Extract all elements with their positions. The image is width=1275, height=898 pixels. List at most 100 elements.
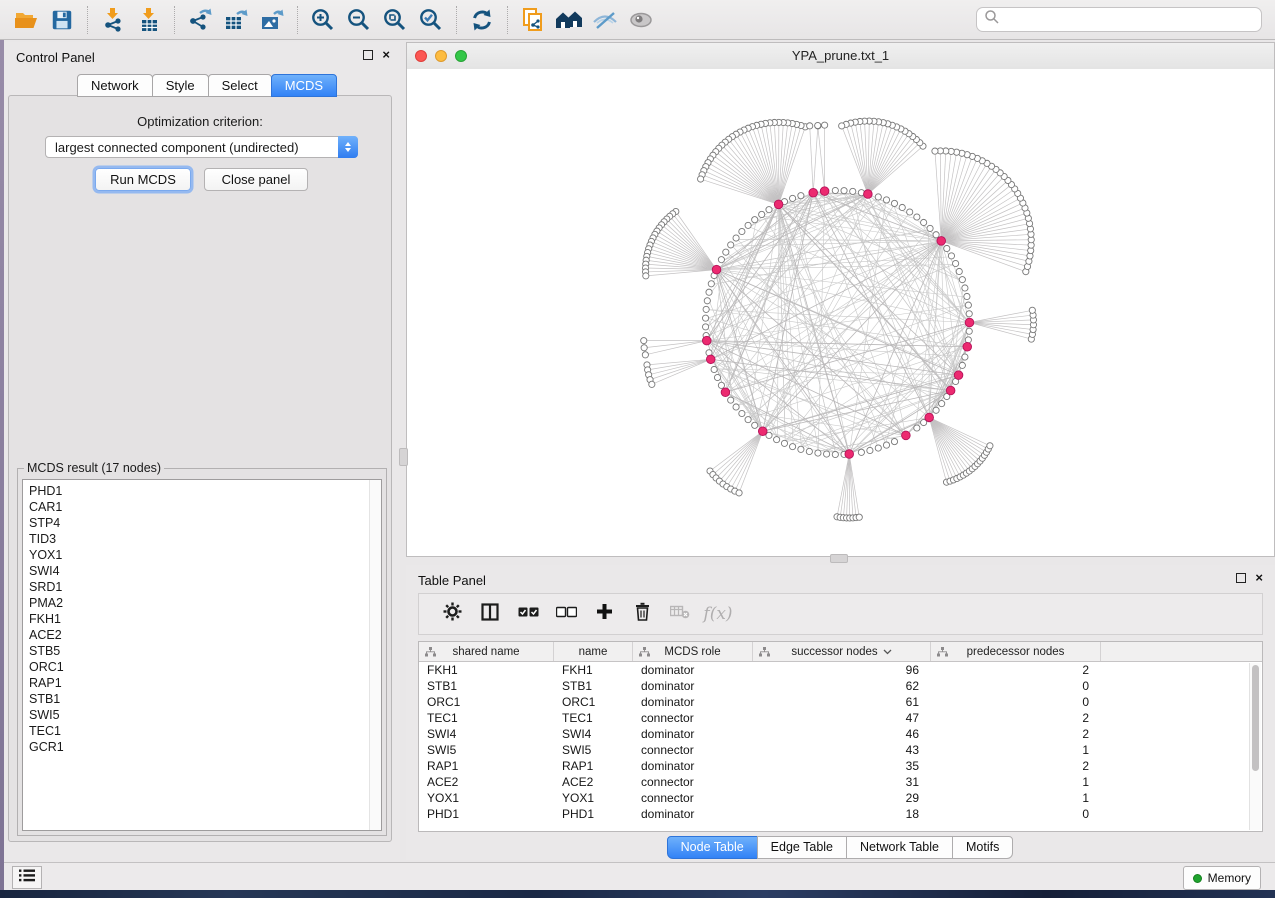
table-cell[interactable]: 18 — [753, 807, 931, 821]
delete-column-button[interactable] — [623, 597, 661, 631]
table-cell[interactable]: ACE2 — [419, 775, 554, 789]
table-row[interactable]: TEC1TEC1connector472 — [419, 710, 1262, 726]
mcds-result-item[interactable]: TEC1 — [29, 723, 381, 739]
table-cell[interactable]: dominator — [633, 663, 753, 677]
table-cell[interactable]: 31 — [753, 775, 931, 789]
open-file-button[interactable] — [8, 4, 44, 36]
mcds-result-item[interactable]: STP4 — [29, 515, 381, 531]
mcds-result-item[interactable]: SRD1 — [29, 579, 381, 595]
table-options-button[interactable] — [433, 597, 471, 631]
table-cell[interactable]: 47 — [753, 711, 931, 725]
mcds-result-item[interactable]: YOX1 — [29, 547, 381, 563]
table-cell[interactable]: 0 — [931, 807, 1101, 821]
table-cell[interactable]: dominator — [633, 679, 753, 693]
refresh-view-button[interactable] — [464, 4, 500, 36]
tab-select[interactable]: Select — [208, 74, 272, 97]
tab-network[interactable]: Network — [77, 74, 153, 97]
table-cell[interactable]: 61 — [753, 695, 931, 709]
table-row[interactable]: YOX1YOX1connector291 — [419, 790, 1262, 806]
table-cell[interactable]: STB1 — [554, 679, 633, 693]
table-cell[interactable]: 1 — [931, 791, 1101, 805]
search-input[interactable] — [1000, 11, 1261, 28]
export-table-button[interactable] — [218, 4, 254, 36]
search-field[interactable] — [976, 7, 1262, 32]
table-scrollbar-thumb[interactable] — [1252, 665, 1259, 771]
close-panel-icon[interactable]: × — [382, 50, 390, 60]
column-header-predecessor-nodes[interactable]: predecessor nodes — [931, 642, 1101, 661]
table-cell[interactable]: SWI4 — [419, 727, 554, 741]
vertical-splitter-grip[interactable] — [399, 448, 408, 466]
table-row[interactable]: ACE2ACE2connector311 — [419, 774, 1262, 790]
optimization-select[interactable]: largest connected component (undirected) — [45, 136, 358, 158]
table-cell[interactable]: 0 — [931, 679, 1101, 693]
table-cell[interactable]: dominator — [633, 759, 753, 773]
first-neighbors-button[interactable] — [551, 4, 587, 36]
table-cell[interactable]: 43 — [753, 743, 931, 757]
table-row[interactable]: RAP1RAP1dominator352 — [419, 758, 1262, 774]
column-header-shared-name[interactable]: shared name — [419, 642, 554, 661]
table-row[interactable]: PHD1PHD1dominator180 — [419, 806, 1262, 822]
mcds-result-item[interactable]: SWI5 — [29, 707, 381, 723]
table-cell[interactable]: RAP1 — [554, 759, 633, 773]
table-cell[interactable]: PHD1 — [554, 807, 633, 821]
table-cell[interactable]: YOX1 — [554, 791, 633, 805]
table-cell[interactable]: FKH1 — [419, 663, 554, 677]
horizontal-splitter-grip[interactable] — [830, 554, 848, 563]
close-panel-icon[interactable]: × — [1255, 573, 1263, 583]
zoom-in-button[interactable] — [305, 4, 341, 36]
memory-button[interactable]: Memory — [1183, 866, 1261, 890]
mcds-result-item[interactable]: RAP1 — [29, 675, 381, 691]
tab-node-table[interactable]: Node Table — [667, 836, 758, 859]
table-cell[interactable]: SWI5 — [419, 743, 554, 757]
table-cell[interactable]: 29 — [753, 791, 931, 805]
table-cell[interactable]: connector — [633, 711, 753, 725]
table-cell[interactable]: 2 — [931, 759, 1101, 773]
table-cell[interactable]: TEC1 — [419, 711, 554, 725]
table-cell[interactable]: SWI5 — [554, 743, 633, 757]
function-builder-button-disabled[interactable]: f(x) — [699, 597, 737, 631]
table-cell[interactable]: ORC1 — [554, 695, 633, 709]
mcds-result-item[interactable]: TID3 — [29, 531, 381, 547]
table-cell[interactable]: 2 — [931, 727, 1101, 741]
column-visibility-button[interactable] — [471, 597, 509, 631]
table-row[interactable]: FKH1FKH1dominator962 — [419, 662, 1262, 678]
table-cell[interactable]: SWI4 — [554, 727, 633, 741]
mcds-result-item[interactable]: PMA2 — [29, 595, 381, 611]
column-header-name[interactable]: name — [554, 642, 633, 661]
table-row[interactable]: STB1STB1dominator620 — [419, 678, 1262, 694]
table-cell[interactable]: ACE2 — [554, 775, 633, 789]
table-cell[interactable]: 0 — [931, 695, 1101, 709]
table-row[interactable]: ORC1ORC1dominator610 — [419, 694, 1262, 710]
tab-motifs[interactable]: Motifs — [952, 836, 1013, 859]
tab-network-table[interactable]: Network Table — [846, 836, 953, 859]
table-cell[interactable]: YOX1 — [419, 791, 554, 805]
column-header-MCDS-role[interactable]: MCDS role — [633, 642, 753, 661]
mcds-result-item[interactable]: SWI4 — [29, 563, 381, 579]
network-window-titlebar[interactable]: YPA_prune.txt_1 — [407, 43, 1274, 70]
mcds-result-item[interactable]: CAR1 — [29, 499, 381, 515]
import-table-button[interactable] — [131, 4, 167, 36]
table-cell[interactable]: dominator — [633, 695, 753, 709]
export-network-button[interactable] — [182, 4, 218, 36]
table-row[interactable]: SWI5SWI5connector431 — [419, 742, 1262, 758]
table-cell[interactable]: 35 — [753, 759, 931, 773]
hide-selected-button[interactable] — [587, 4, 623, 36]
table-cell[interactable]: 2 — [931, 711, 1101, 725]
table-cell[interactable]: connector — [633, 775, 753, 789]
mcds-result-item[interactable]: PHD1 — [29, 483, 381, 499]
zoom-fit-button[interactable] — [377, 4, 413, 36]
show-all-button[interactable] — [623, 4, 659, 36]
table-cell[interactable]: dominator — [633, 727, 753, 741]
table-cell[interactable]: 2 — [931, 663, 1101, 677]
table-cell[interactable]: RAP1 — [419, 759, 554, 773]
clone-network-button[interactable] — [515, 4, 551, 36]
table-cell[interactable]: 46 — [753, 727, 931, 741]
zoom-selected-button[interactable] — [413, 4, 449, 36]
table-cell[interactable]: PHD1 — [419, 807, 554, 821]
tab-style[interactable]: Style — [152, 74, 209, 97]
mcds-result-item[interactable]: GCR1 — [29, 739, 381, 755]
table-cell[interactable]: ORC1 — [419, 695, 554, 709]
panels-menu-button[interactable] — [12, 866, 42, 889]
float-panel-icon[interactable] — [1236, 573, 1246, 583]
table-cell[interactable]: 62 — [753, 679, 931, 693]
